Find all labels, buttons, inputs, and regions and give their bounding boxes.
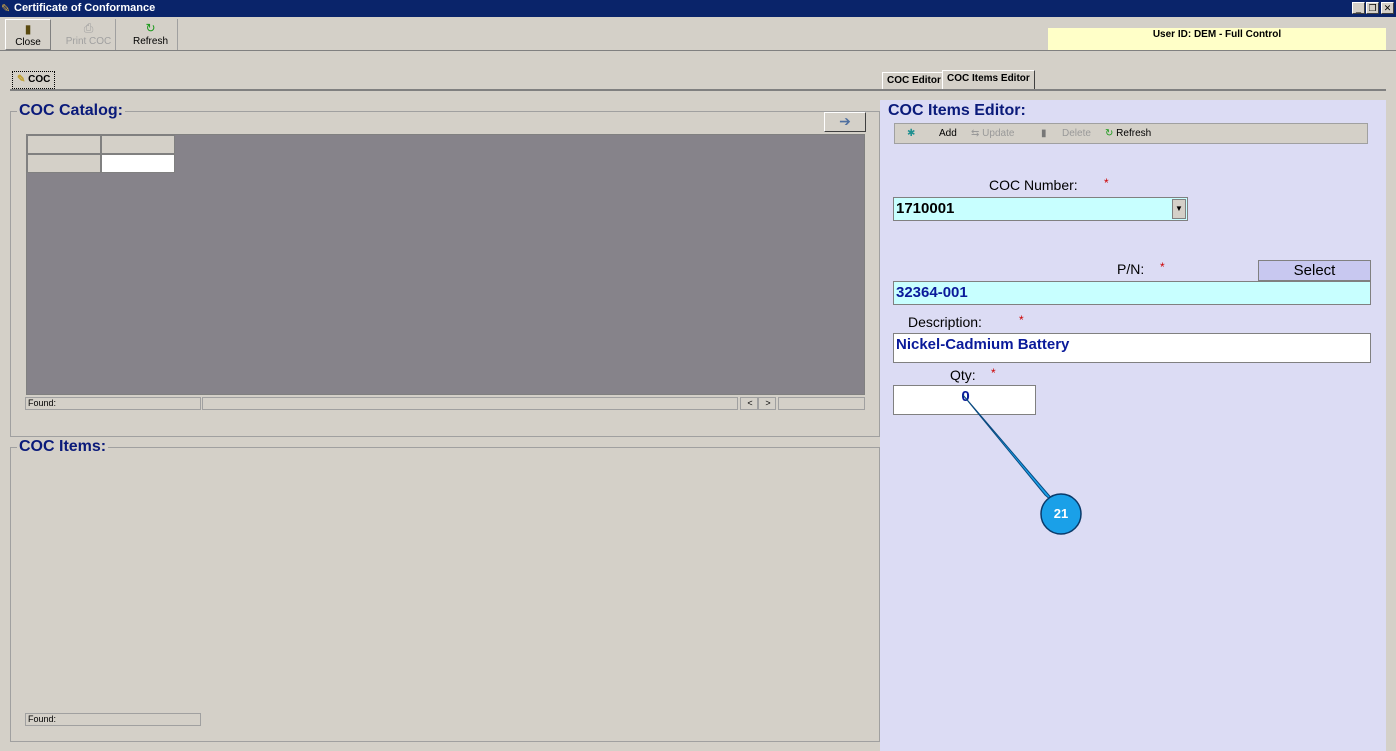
app-icon: ✎	[1, 3, 11, 15]
window-title: Certificate of Conformance	[14, 2, 156, 14]
title-bar: Certificate of Conformance	[0, 0, 1396, 17]
pn-label: P/N:	[1117, 261, 1145, 277]
user-id-banner: User ID: DEM - Full Control	[1048, 28, 1386, 50]
catalog-found-status: Found:	[25, 397, 201, 410]
minimize-button[interactable]: _	[1352, 2, 1365, 14]
arrow-right-icon: ➔	[839, 113, 851, 129]
items-found-status: Found:	[25, 713, 201, 726]
grid-cell[interactable]	[101, 154, 175, 173]
update-button[interactable]: ⇆ Update	[971, 124, 1014, 143]
required-marker: *	[1019, 313, 1024, 327]
print-label: Print COC	[65, 36, 112, 47]
catalog-grid[interactable]	[26, 134, 865, 395]
editor-refresh-button[interactable]: ↻ Refresh	[1105, 124, 1151, 143]
coc-number-value: 1710001	[896, 200, 955, 217]
delete-button[interactable]: Delete	[1062, 124, 1091, 143]
refresh-button[interactable]: ↻ Refresh	[124, 19, 178, 50]
editor-refresh-label: Refresh	[1116, 128, 1152, 139]
coc-items-group	[10, 447, 880, 742]
refresh-icon: ↻	[1105, 128, 1114, 139]
pn-input[interactable]: 32364-001	[893, 281, 1371, 305]
print-coc-button[interactable]: ⎙ Print COC	[62, 19, 116, 50]
required-marker: *	[991, 366, 996, 380]
close-button[interactable]: ▮ Close	[5, 19, 51, 50]
status-panel	[778, 397, 865, 410]
callout-badge: 21	[1053, 506, 1069, 521]
arrow-right-button[interactable]: ➔	[824, 112, 866, 132]
scroll-right-button[interactable]: >	[758, 397, 776, 410]
grid-header-cell	[101, 135, 175, 154]
scroll-left-button[interactable]: <	[740, 397, 758, 410]
refresh-label: Refresh	[132, 36, 168, 47]
coc-number-label: COC Number:	[989, 177, 1078, 193]
tab-coc[interactable]: ✎ COC	[12, 71, 56, 89]
editor-toolbar: ✱ Add ⇆ Update ▮ Delete ↻ Refresh	[894, 123, 1368, 144]
add-button[interactable]: Add	[939, 124, 957, 143]
coc-number-select[interactable]: 1710001 ▼	[893, 197, 1188, 221]
update-label: Update	[982, 128, 1015, 139]
required-marker: *	[1104, 176, 1109, 190]
close-label: Close	[15, 37, 41, 48]
tab-coc-items-editor[interactable]: COC Items Editor	[942, 70, 1035, 90]
restore-button[interactable]: ❐	[1366, 2, 1379, 14]
description-input[interactable]: Nickel-Cadmium Battery	[893, 333, 1371, 363]
close-window-button[interactable]: ✕	[1381, 2, 1394, 14]
coc-catalog-title: COC Catalog:	[17, 102, 125, 120]
delete-icon: ▮	[1041, 128, 1047, 139]
printer-icon: ⎙	[83, 21, 94, 35]
required-marker: *	[1160, 260, 1165, 274]
add-icon: ✱	[907, 128, 916, 139]
editor-title: COC Items Editor:	[886, 102, 1028, 120]
edit-icon: ✎	[17, 74, 26, 85]
tab-coc-label: COC	[28, 74, 51, 85]
select-pn-button[interactable]: Select	[1258, 260, 1371, 281]
qty-label: Qty:	[950, 367, 976, 383]
tab-coc-editor[interactable]: COC Editor	[882, 72, 946, 90]
description-label: Description:	[908, 314, 982, 330]
chevron-down-icon[interactable]: ▼	[1172, 199, 1186, 219]
grid-header-cell	[27, 135, 101, 154]
exit-door-icon: ▮	[24, 22, 32, 36]
coc-items-title: COC Items:	[17, 438, 109, 456]
catalog-scroll-track[interactable]	[202, 397, 738, 410]
refresh-icon: ↻	[145, 21, 156, 35]
grid-row-header	[27, 154, 101, 173]
